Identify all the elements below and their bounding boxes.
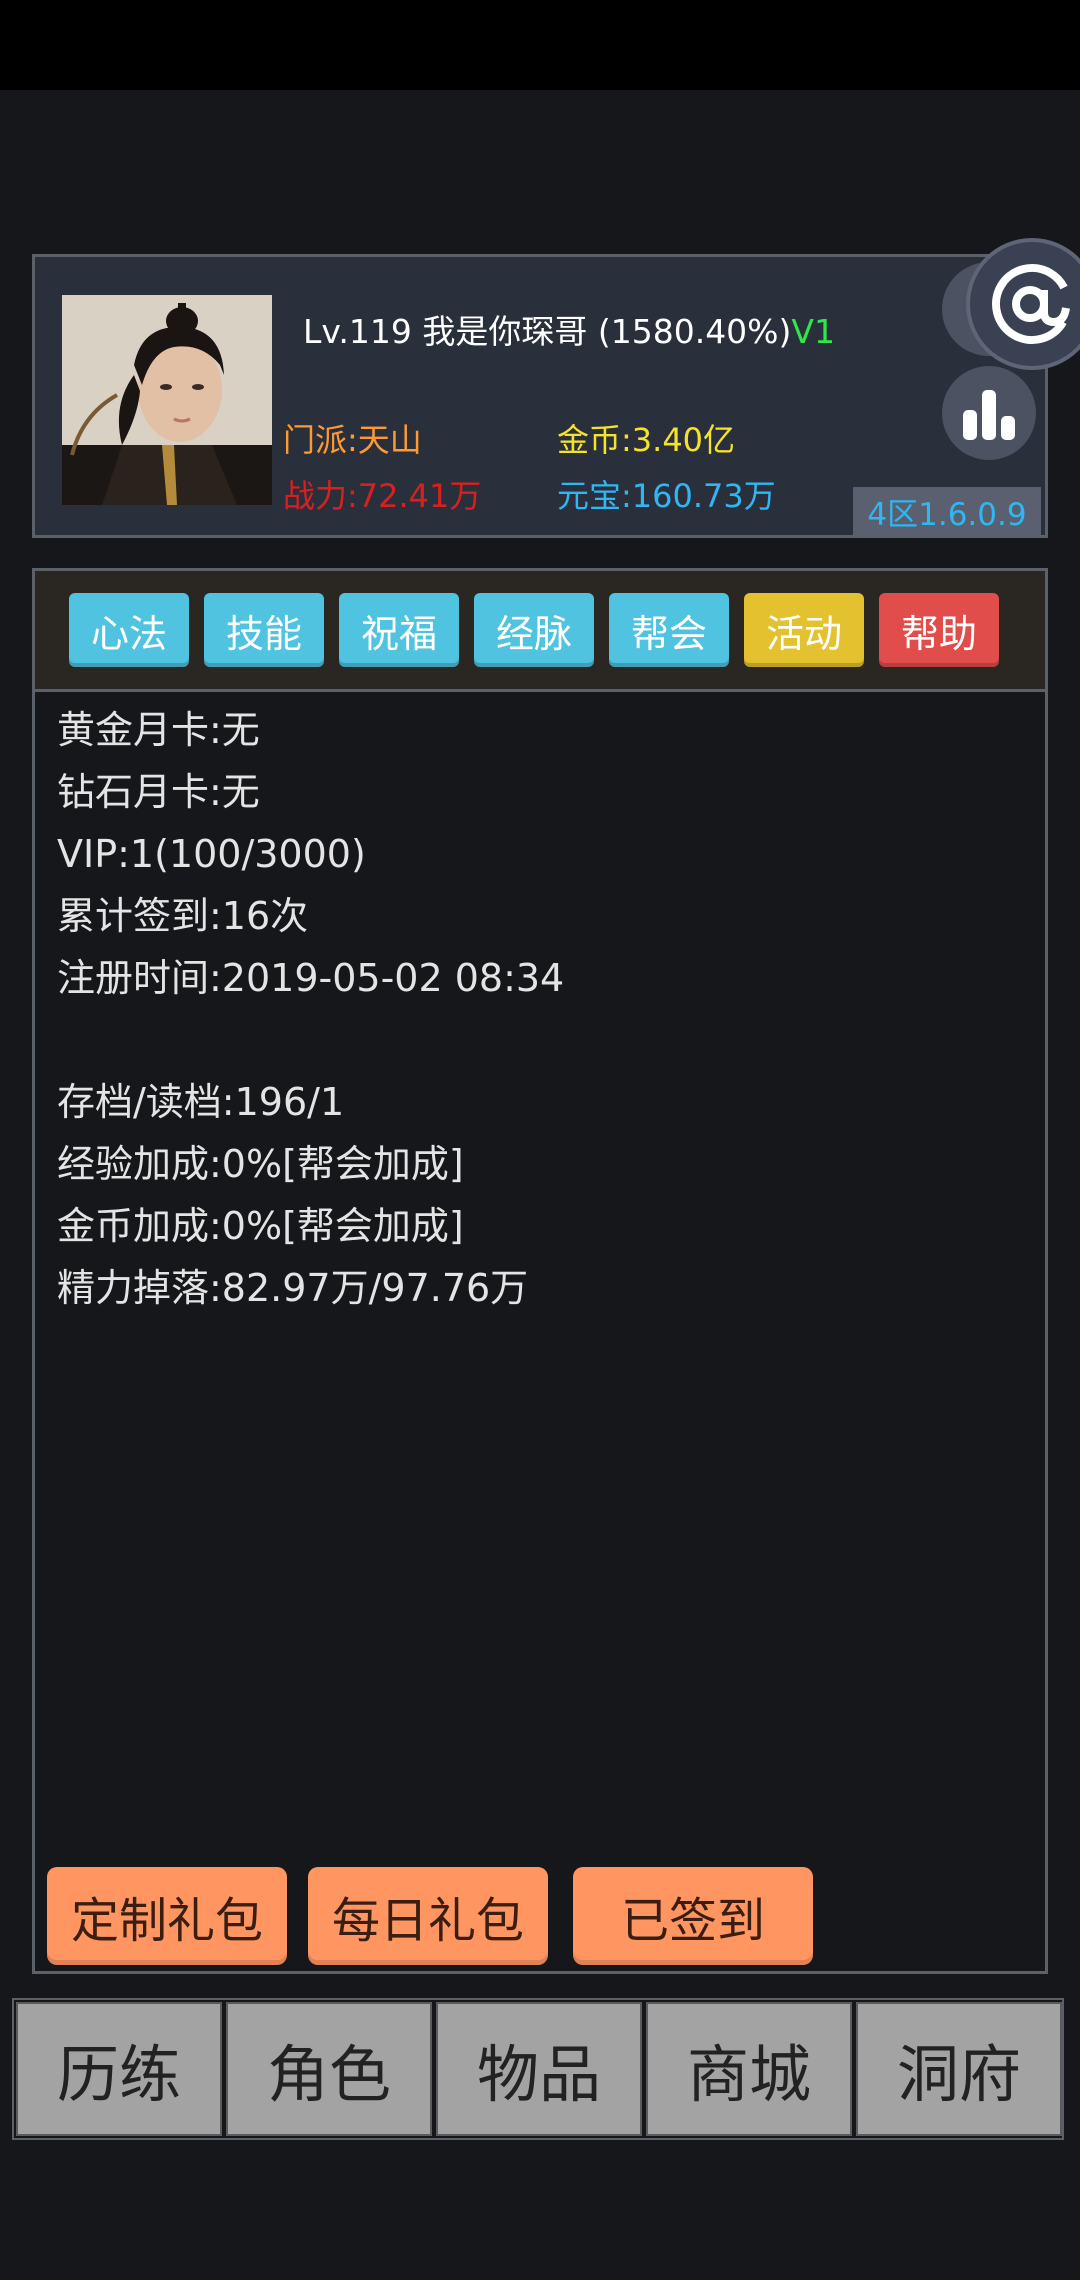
nav-cave[interactable]: 洞府 — [856, 2002, 1062, 2136]
gold-bonus: 金币加成:0%[帮会加成] — [57, 1204, 464, 1248]
gold-stat: 金币:3.40亿 — [557, 421, 736, 459]
player-level: Lv.119 — [303, 312, 412, 351]
tab-help[interactable]: 帮助 — [879, 593, 999, 667]
energy-drop: 精力掉落:82.97万/97.76万 — [57, 1266, 529, 1310]
signin-count: 累计签到:16次 — [57, 894, 309, 938]
server-badge: 4区1.6.0.9 — [853, 487, 1041, 535]
tab-blessing[interactable]: 祝福 — [339, 593, 459, 667]
power-stat: 战力:72.41万 — [283, 477, 482, 515]
nav-training[interactable]: 历练 — [16, 2002, 222, 2136]
player-name: 我是你琛哥 — [422, 312, 588, 351]
at-sign-icon — [992, 264, 1072, 344]
status-bar — [0, 0, 1080, 90]
bar-chart-icon — [963, 390, 1015, 440]
player-title: Lv.119 我是你琛哥 (1580.40%)V1 — [303, 305, 835, 353]
bottom-nav: 历练 角色 物品 商城 洞府 — [12, 1998, 1064, 2140]
register-time: 注册时间:2019-05-02 08:34 — [57, 956, 565, 1000]
tab-guild[interactable]: 帮会 — [609, 593, 729, 667]
player-header-panel: Lv.119 我是你琛哥 (1580.40%)V1 门派:天山 战力:72.41… — [32, 254, 1048, 538]
daily-pack-button[interactable]: 每日礼包 — [308, 1867, 548, 1965]
nav-character[interactable]: 角色 — [226, 2002, 432, 2136]
tab-events[interactable]: 活动 — [744, 593, 864, 667]
player-percent: (1580.40%) — [597, 312, 792, 351]
save-load-count: 存档/读档:196/1 — [57, 1080, 345, 1124]
vip-progress: VIP:1(100/3000) — [57, 832, 366, 876]
vip-tag: V1 — [791, 312, 835, 351]
nav-shop[interactable]: 商城 — [646, 2002, 852, 2136]
ranking-button[interactable] — [942, 366, 1036, 460]
custom-pack-button[interactable]: 定制礼包 — [47, 1867, 287, 1965]
gold-card-status: 黄金月卡:无 — [57, 708, 260, 752]
tab-meridians[interactable]: 经脉 — [474, 593, 594, 667]
ingot-stat: 元宝:160.73万 — [557, 477, 776, 515]
exp-bonus: 经验加成:0%[帮会加成] — [57, 1142, 464, 1186]
player-avatar[interactable] — [62, 295, 272, 505]
tab-skills[interactable]: 技能 — [204, 593, 324, 667]
main-panel: 心法 技能 祝福 经脉 帮会 活动 帮助 黄金月卡:无 钻石月卡:无 VIP:1… — [32, 568, 1048, 1974]
floating-contact-button[interactable] — [970, 242, 1080, 366]
sect-stat: 门派:天山 — [283, 421, 422, 459]
signin-button[interactable]: 已签到 — [573, 1867, 813, 1965]
diamond-card-status: 钻石月卡:无 — [57, 770, 260, 814]
feature-tab-bar: 心法 技能 祝福 经脉 帮会 活动 帮助 — [35, 571, 1045, 692]
nav-items[interactable]: 物品 — [436, 2002, 642, 2136]
account-info-list: 黄金月卡:无 钻石月卡:无 VIP:1(100/3000) 累计签到:16次 注… — [57, 699, 564, 1319]
tab-xinfa[interactable]: 心法 — [69, 593, 189, 667]
